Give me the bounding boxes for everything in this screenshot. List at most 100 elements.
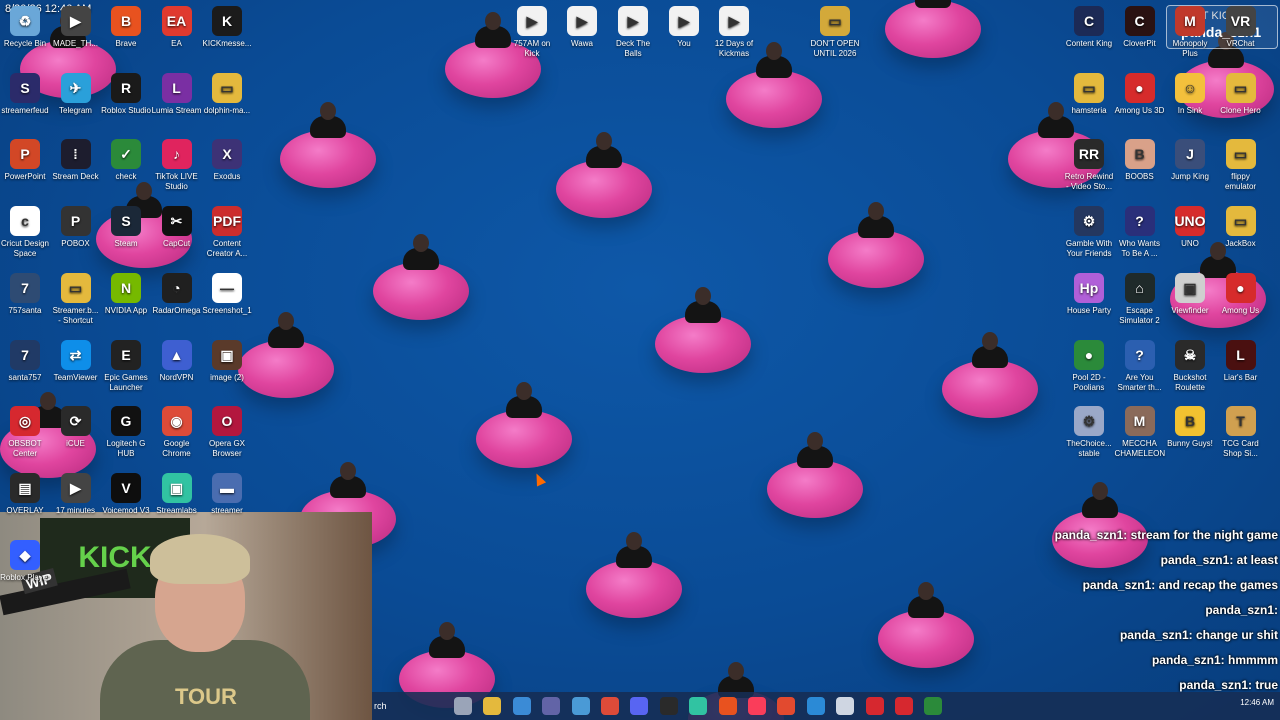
desktop-icon-powerpoint[interactable]: P PowerPoint bbox=[0, 139, 50, 182]
desktop-icon-teamviewer[interactable]: ⇄ TeamViewer bbox=[51, 339, 101, 383]
desktop-icon-streamlabs[interactable]: ▣ Streamlabs bbox=[152, 472, 202, 516]
desktop-icon-epic-games-launcher[interactable]: E Epic Games Launcher bbox=[101, 339, 151, 393]
desktop-icon-image-2[interactable]: ▣ image (2) bbox=[202, 339, 252, 383]
desktop-icon-content-king[interactable]: C Content King bbox=[1064, 6, 1114, 49]
desktop-icon-pool-2d-poolians[interactable]: ● Pool 2D - Poolians bbox=[1064, 339, 1114, 393]
desktop-icon-streamerfeud[interactable]: Sstreamerfeud bbox=[0, 72, 50, 116]
desktop-icon-cloverpit[interactable]: C CloverPit bbox=[1115, 6, 1165, 49]
chrome-icon[interactable] bbox=[601, 697, 619, 715]
desktop-icon-757santa[interactable]: 7 757santa bbox=[0, 272, 50, 316]
desktop-icon-flippy-emulator[interactable]: ▭ flippy emulator bbox=[1216, 139, 1266, 192]
taskbar-search[interactable]: rch bbox=[372, 696, 444, 716]
desktop-icon-you[interactable]: ▶ You bbox=[659, 6, 709, 49]
obs-icon[interactable] bbox=[659, 697, 678, 715]
streamlabs-icon: ▣ bbox=[161, 472, 192, 503]
desktop-icon-streamer[interactable]: ▬ streamer bbox=[202, 472, 252, 516]
desktop-icon-voicemod-v3[interactable]: V Voicemod V3 bbox=[101, 472, 151, 516]
desktop-icon-pobox[interactable]: P POBOX bbox=[51, 206, 101, 249]
desktop-icon-gamble-with-your-friends[interactable]: ⚙ Gamble With Your Friends bbox=[1064, 206, 1114, 259]
desktop-icon-hamsteria[interactable]: ▭ hamsteria bbox=[1064, 72, 1114, 116]
desktop-icon-jackbox[interactable]: ▭ JackBox bbox=[1216, 206, 1266, 249]
desktop-icon-nordvpn[interactable]: ▲ NordVPN bbox=[152, 339, 202, 383]
powerpoint-icon: P bbox=[10, 139, 40, 170]
game-icon[interactable] bbox=[865, 697, 884, 715]
desktop-icon-logitech-g-hub[interactable]: G Logitech G HUB bbox=[101, 406, 151, 459]
desktop-icon-brave[interactable]: B Brave bbox=[101, 6, 151, 49]
desktop-icon-thechoice-stable[interactable]: ⚙ TheChoice... stable bbox=[1064, 406, 1114, 459]
desktop-icon-obsbot-center[interactable]: ◎ OBSBOT Center bbox=[0, 406, 50, 459]
streamlabs-icon[interactable] bbox=[689, 697, 708, 715]
desktop-icon-dolphin-ma[interactable]: ▭ dolphin-ma... bbox=[202, 72, 252, 116]
desktop-icon-telegram[interactable]: ✈ Telegram bbox=[51, 72, 101, 116]
desktop-icon-17-minutes[interactable]: ▶ 17 minutes bbox=[51, 472, 101, 516]
desktop-icon-jump-king[interactable]: J Jump King bbox=[1165, 139, 1215, 182]
desktop-icon-among-us[interactable]: ● Among Us bbox=[1216, 272, 1266, 316]
xbox-icon[interactable] bbox=[924, 697, 943, 715]
copilot-icon[interactable] bbox=[512, 697, 531, 715]
desktop-icon-meccha-chameleon[interactable]: M MECCHA CHAMELEON bbox=[1115, 406, 1165, 459]
file-explorer-icon[interactable] bbox=[483, 697, 502, 715]
discord-icon[interactable] bbox=[630, 697, 649, 715]
desktop-icon-santa757[interactable]: 7 santa757 bbox=[0, 339, 50, 383]
desktop-icon-among-us-3d[interactable]: ● Among Us 3D bbox=[1115, 72, 1165, 116]
desktop-icon-uno[interactable]: UNO UNO bbox=[1165, 206, 1215, 249]
desktop-icon-streamer-b-shortcut[interactable]: ▭ Streamer.b... - Shortcut bbox=[51, 272, 101, 326]
window-icon[interactable] bbox=[836, 697, 855, 715]
music-icon[interactable] bbox=[748, 697, 766, 715]
desktop-icon-made-th[interactable]: ▶ MADE_TH... bbox=[51, 6, 101, 49]
brave-icon[interactable] bbox=[718, 697, 737, 715]
desktop-icon-label: streamer bbox=[211, 505, 243, 515]
desktop-icon-who-wants-to-be-a[interactable]: ? Who Wants To Be A ... bbox=[1115, 206, 1165, 259]
desktop-icon-check[interactable]: ✓ check bbox=[101, 139, 151, 182]
desktop-icon-roblox-player[interactable]: ◆ Roblox Player bbox=[0, 539, 50, 583]
desktop-icon-icue[interactable]: ⟳ iCUE bbox=[51, 406, 101, 449]
desktop-icon-monopoly-plus[interactable]: M Monopoly Plus bbox=[1165, 6, 1215, 59]
desktop-icon-deck-the-balls[interactable]: ▶ Deck The Balls bbox=[608, 6, 658, 59]
desktop-icon-buckshot-roulette[interactable]: ☠ Buckshot Roulette bbox=[1165, 339, 1215, 393]
desktop-icon-kickmesse[interactable]: K KICKmesse... bbox=[202, 6, 252, 49]
tray-clock[interactable]: 12:46 AM bbox=[1240, 698, 1274, 707]
desktop-icon-don-t-open-until-2026[interactable]: ▭ DON'T OPEN UNTIL 2026 bbox=[810, 6, 860, 59]
desktop-icon-label: EA bbox=[171, 39, 182, 48]
help-icon[interactable] bbox=[806, 697, 825, 715]
desktop-icon-nvidia-app[interactable]: N NVIDIA App bbox=[101, 272, 151, 316]
desktop-icon-google-chrome[interactable]: ◉ Google Chrome bbox=[152, 406, 202, 459]
desktop-icon-tiktok-live-studio[interactable]: ♪ TikTok LIVE Studio bbox=[152, 139, 202, 192]
desktop-icon-escape-simulator-2[interactable]: ⌂ Escape Simulator 2 bbox=[1115, 272, 1165, 326]
desktop-icon-vrchat[interactable]: VR VRChat bbox=[1216, 6, 1266, 49]
desktop-icon-overlay[interactable]: ▤ OVERLAY bbox=[0, 472, 50, 516]
desktop-icon-opera-gx-browser[interactable]: O Opera GX Browser bbox=[202, 406, 252, 459]
desktop-icon-screenshot-1[interactable]: — Screenshot_1 bbox=[202, 272, 252, 316]
desktop-icon-wawa[interactable]: ▶ Wawa bbox=[557, 6, 607, 49]
desktop-icon-viewfinder[interactable]: ▣ Viewfinder bbox=[1165, 272, 1215, 316]
desktop-icon-recycle-bin[interactable]: ♻ Recycle Bin bbox=[0, 6, 50, 49]
desktop-icon-boobs[interactable]: B BOOBS bbox=[1115, 139, 1165, 182]
desktop-icon-capcut[interactable]: ✂ CapCut bbox=[152, 206, 202, 249]
desktop-icon-lumia-stream[interactable]: L Lumia Stream bbox=[152, 72, 202, 116]
desktop-icon-in-sink[interactable]: ☺ In Sink bbox=[1165, 72, 1215, 116]
desktop-icon-are-you-smarter-th[interactable]: ? Are You Smarter th... bbox=[1115, 339, 1165, 393]
desktop-icon-ea[interactable]: EA EA bbox=[152, 6, 202, 49]
rider-figure bbox=[968, 332, 1012, 372]
desktop-icon-roblox-studio[interactable]: R Roblox Studio bbox=[101, 72, 151, 116]
desktop-icon-exodus[interactable]: X Exodus bbox=[202, 139, 252, 182]
desktop-icon-radaromega[interactable]: ◔ RadarOmega bbox=[152, 272, 202, 316]
teams-icon[interactable] bbox=[542, 697, 561, 715]
desktop-icon-liar-s-bar[interactable]: L Liar's Bar bbox=[1216, 339, 1266, 383]
git-icon[interactable] bbox=[777, 697, 796, 715]
store-icon[interactable] bbox=[571, 697, 590, 715]
desktop-icon-clone-hero[interactable]: ▭ Clone Hero bbox=[1216, 72, 1266, 116]
desktop-icon-label: House Party bbox=[1066, 305, 1112, 315]
desktop-icon-757am-on-kick[interactable]: ▶ 757AM on Kick bbox=[507, 6, 557, 59]
desktop-icon-cricut-design-space[interactable]: c Cricut Design Space bbox=[0, 206, 50, 259]
desktop-icon-stream-deck[interactable]: ⁞ Stream Deck bbox=[51, 139, 101, 182]
desktop-icon-tcg-card-shop-si[interactable]: T TCG Card Shop Si... bbox=[1216, 406, 1266, 459]
task-view-icon[interactable] bbox=[454, 697, 472, 715]
desktop-icon-retro-rewind-video-sto[interactable]: RR Retro Rewind - Video Sto... bbox=[1064, 139, 1114, 192]
desktop-icon-content-creator-a[interactable]: PDF Content Creator A... bbox=[202, 206, 252, 259]
desktop-icon-bunny-guys[interactable]: B Bunny Guys! bbox=[1165, 406, 1215, 449]
obsbot-icon[interactable] bbox=[895, 697, 913, 715]
desktop-icon-house-party[interactable]: Hp House Party bbox=[1064, 272, 1114, 316]
desktop-icon-12-days-of-kickmas[interactable]: ▶ 12 Days of Kickmas bbox=[709, 6, 759, 59]
desktop-icon-steam[interactable]: S Steam bbox=[101, 206, 151, 249]
